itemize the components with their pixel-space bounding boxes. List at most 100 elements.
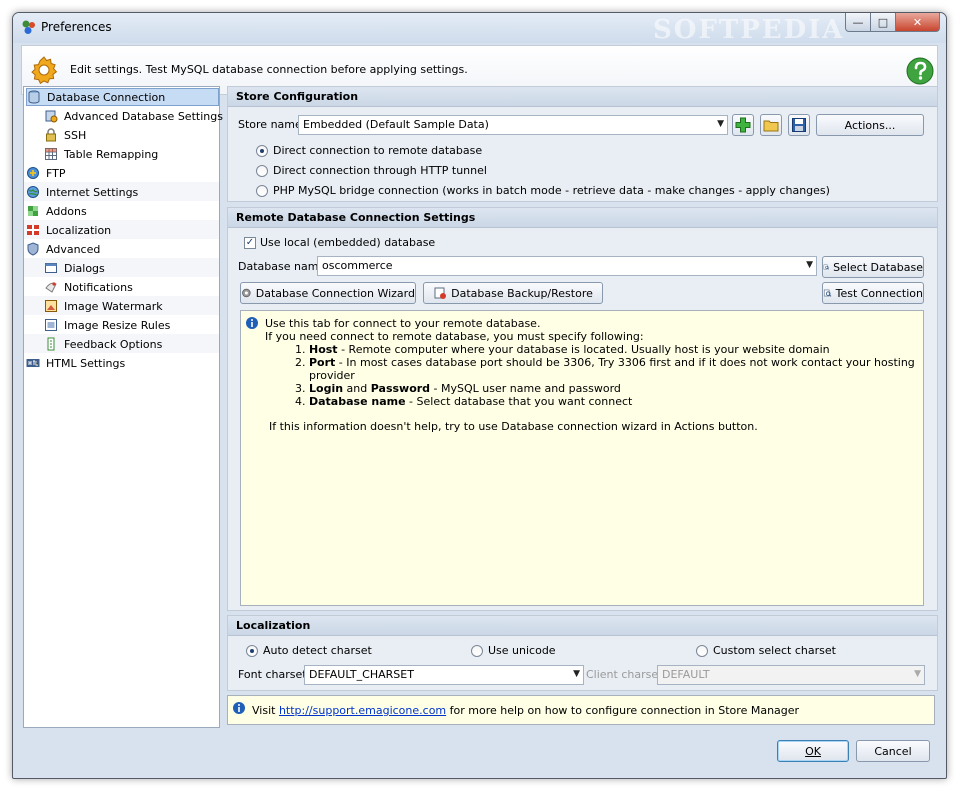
radio-dot bbox=[256, 144, 268, 157]
minimize-icon: — bbox=[852, 15, 864, 29]
tree-item-ftp[interactable]: FTP bbox=[26, 164, 68, 182]
tree-item-table-remapping[interactable]: Table Remapping bbox=[44, 145, 160, 163]
wizard-label: Database Connection Wizard bbox=[255, 286, 415, 300]
tree-item-advanced-database-settings[interactable]: Advanced Database Settings bbox=[44, 107, 225, 125]
settings-tree: Database Connection Advanced Database Se… bbox=[23, 86, 223, 728]
maximize-button[interactable]: □ bbox=[871, 13, 896, 32]
support-link[interactable]: http://support.emagicone.com bbox=[279, 704, 446, 717]
store-configuration-title: Store Configuration bbox=[228, 87, 937, 107]
database-name-value: oscommerce bbox=[322, 259, 393, 272]
tree-item-label: FTP bbox=[46, 166, 66, 180]
cancel-label: Cancel bbox=[874, 744, 912, 758]
tree-item-image-watermark[interactable]: Image Watermark bbox=[44, 297, 165, 315]
radio-dot bbox=[256, 164, 268, 177]
radio-label: PHP MySQL bridge connection (works in ba… bbox=[273, 184, 830, 197]
shield-icon bbox=[27, 242, 39, 256]
http-tunnel-radio[interactable]: Direct connection through HTTP tunnel bbox=[256, 164, 487, 177]
test-connection-button[interactable]: Test Connection bbox=[822, 282, 924, 304]
minimize-button[interactable]: — bbox=[845, 13, 871, 32]
use-local-database-checkbox[interactable]: ✓ Use local (embedded) database bbox=[244, 236, 435, 249]
help-item: Port - In most cases database port shoul… bbox=[309, 356, 923, 382]
database-connection-wizard-button[interactable]: Database Connection Wizard bbox=[240, 282, 416, 304]
database-icon bbox=[28, 90, 40, 104]
chevron-down-icon: ▼ bbox=[806, 260, 813, 270]
tree-item-advanced[interactable]: Advanced bbox=[26, 240, 102, 258]
add-store-button[interactable] bbox=[732, 114, 754, 136]
select-database-icon bbox=[823, 264, 830, 270]
tree-item-label: Database Connection bbox=[47, 90, 166, 104]
info-icon bbox=[233, 702, 245, 714]
checkbox-label: Use local (embedded) database bbox=[260, 236, 436, 249]
ok-label: OK bbox=[805, 744, 821, 758]
folder-icon bbox=[763, 120, 779, 132]
database-name-input[interactable]: oscommerce ▼ bbox=[317, 256, 817, 276]
tree-item-ssh[interactable]: SSH bbox=[44, 126, 88, 144]
tree-item-dialogs[interactable]: Dialogs bbox=[44, 259, 107, 277]
use-unicode-radio[interactable]: Use unicode bbox=[471, 644, 556, 657]
cancel-button[interactable]: Cancel bbox=[856, 740, 930, 762]
font-charset-select[interactable]: DEFAULT_CHARSET ▼ bbox=[304, 665, 584, 685]
preferences-window: Preferences SOFTPEDIA — □ ✕ Edit setting… bbox=[12, 12, 947, 779]
tree-item-label: Advanced Database Settings bbox=[64, 109, 223, 123]
tree-item-addons[interactable]: Addons bbox=[26, 202, 89, 220]
tree-item-label: Dialogs bbox=[64, 261, 105, 275]
connection-help-box: Use this tab for connect to your remote … bbox=[240, 310, 924, 606]
font-charset-value: DEFAULT_CHARSET bbox=[309, 668, 414, 681]
help-icon[interactable] bbox=[905, 56, 935, 86]
tree-item-notifications[interactable]: Notifications bbox=[44, 278, 135, 296]
store-name-value: Embedded (Default Sample Data) bbox=[303, 118, 489, 131]
tree-item-label: SSH bbox=[64, 128, 87, 142]
remote-database-title: Remote Database Connection Settings bbox=[228, 208, 937, 228]
radio-dot bbox=[696, 644, 708, 657]
tree-item-internet-settings[interactable]: Internet Settings bbox=[26, 183, 140, 201]
puzzle-icon bbox=[28, 206, 38, 216]
custom-select-charset-radio[interactable]: Custom select charset bbox=[696, 644, 836, 657]
php-bridge-radio[interactable]: PHP MySQL bridge connection (works in ba… bbox=[256, 184, 830, 197]
tree-item-label: Notifications bbox=[64, 280, 133, 294]
support-suffix: for more help on how to configure connec… bbox=[446, 704, 800, 717]
gear-icon bbox=[31, 56, 58, 85]
radio-label: Use unicode bbox=[488, 644, 556, 657]
actions-button[interactable]: Actions... bbox=[816, 114, 924, 136]
backup-label: Database Backup/Restore bbox=[451, 286, 593, 300]
title-bar: Preferences SOFTPEDIA — □ ✕ bbox=[13, 13, 946, 45]
direct-connection-radio[interactable]: Direct connection to remote database bbox=[256, 144, 482, 157]
tree-item-html-settings[interactable]: HTML Settings bbox=[26, 354, 127, 372]
open-store-button[interactable] bbox=[760, 114, 782, 136]
test-connection-icon bbox=[823, 289, 832, 297]
client-charset-select[interactable]: DEFAULT ▼ bbox=[657, 665, 925, 685]
globe-icon bbox=[27, 186, 39, 198]
tree-item-label: Image Watermark bbox=[64, 299, 163, 313]
localization-panel: Localization Auto detect charset Use uni… bbox=[227, 615, 938, 691]
database-backup-restore-button[interactable]: Database Backup/Restore bbox=[423, 282, 603, 304]
lock-icon bbox=[46, 128, 56, 142]
radio-label: Custom select charset bbox=[713, 644, 836, 657]
tree-item-label: Advanced bbox=[46, 242, 101, 256]
tree-item-label: Internet Settings bbox=[46, 185, 139, 199]
help-line-2: If you need connect to remote database, … bbox=[265, 330, 644, 343]
test-connection-label: Test Connection bbox=[835, 286, 923, 300]
remote-database-panel: Remote Database Connection Settings ✓ Us… bbox=[227, 207, 938, 611]
support-prefix: Visit bbox=[252, 704, 279, 717]
select-database-button[interactable]: Select Database bbox=[822, 256, 924, 278]
tree-item-database-connection[interactable]: Database Connection bbox=[26, 88, 219, 106]
help-item: Database name - Select database that you… bbox=[309, 395, 923, 408]
tree-item-label: Localization bbox=[46, 223, 112, 237]
tree-item-feedback-options[interactable]: Feedback Options bbox=[44, 335, 164, 353]
tree-item-image-resize-rules[interactable]: Image Resize Rules bbox=[44, 316, 172, 334]
info-icon bbox=[246, 317, 258, 329]
tree-item-label: HTML Settings bbox=[46, 356, 126, 370]
save-store-button[interactable] bbox=[788, 114, 810, 136]
radio-label: Direct connection through HTTP tunnel bbox=[273, 164, 487, 177]
database-settings-icon bbox=[45, 110, 58, 123]
radio-dot bbox=[471, 644, 483, 657]
tree-item-localization[interactable]: Localization bbox=[26, 221, 113, 239]
checkmark-icon: ✓ bbox=[244, 236, 256, 249]
ok-button[interactable]: OK bbox=[777, 740, 849, 762]
help-footer: If this information doesn't help, try to… bbox=[269, 420, 758, 433]
close-button[interactable]: ✕ bbox=[896, 13, 940, 32]
store-configuration-panel: Store Configuration Store name Embedded … bbox=[227, 86, 938, 202]
store-name-select[interactable]: Embedded (Default Sample Data) ▼ bbox=[298, 115, 728, 135]
auto-detect-charset-radio[interactable]: Auto detect charset bbox=[246, 644, 372, 657]
wizard-gear-icon bbox=[242, 288, 251, 298]
